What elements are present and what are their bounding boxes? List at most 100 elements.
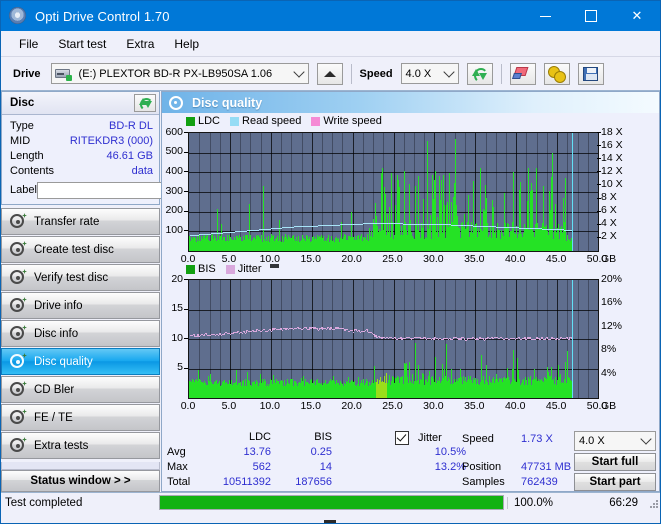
- axis-tick-label-x: 15.0: [300, 253, 321, 265]
- sidebar-item-transfer-rate[interactable]: Transfer rate: [1, 208, 160, 235]
- data-line-point: [490, 338, 491, 340]
- menu-item-file[interactable]: File: [10, 34, 47, 54]
- speed-select-value: 4.0 X: [405, 67, 432, 80]
- sidebar-item-disc-info[interactable]: Disc info: [1, 320, 160, 347]
- menu-item-extra[interactable]: Extra: [117, 34, 163, 54]
- legend-item-read-speed: Read speed: [230, 115, 301, 127]
- save-button[interactable]: [577, 62, 604, 85]
- drive-label: Drive: [13, 67, 41, 80]
- menu-item-start-test[interactable]: Start test: [49, 34, 115, 54]
- sidebar-item-cd-bler[interactable]: CD Bler: [1, 376, 160, 403]
- axis-tick-label-y2: 12 X: [601, 164, 623, 177]
- data-line-point: [405, 338, 406, 340]
- elapsed-time: 66:29: [609, 496, 638, 509]
- application-window: Opti Drive Control 1.70 ✕ File Start tes…: [0, 0, 661, 524]
- data-line-point: [478, 339, 479, 341]
- legend-item-write-speed: Write speed: [311, 115, 382, 127]
- data-line-point: [224, 332, 225, 335]
- legend-label: BIS: [198, 263, 216, 275]
- sidebar-item-create-test-disc[interactable]: Create test disc: [1, 236, 160, 263]
- disc-row-value: 46.61 GB: [106, 149, 153, 162]
- axis-tick-label-x: 35.0: [464, 400, 485, 412]
- legend-label: Read speed: [242, 115, 302, 127]
- data-line-point: [452, 338, 453, 340]
- axis-tick-y: [184, 308, 188, 310]
- bis-chart-legend: BIS Jitter: [186, 263, 279, 275]
- start-part-button[interactable]: Start part: [574, 473, 656, 491]
- data-line-point: [261, 330, 262, 332]
- disc-test-icon: [9, 437, 27, 453]
- data-line-point: [242, 332, 243, 334]
- axis-tick-label-y: 20: [171, 272, 183, 285]
- disc-row-length: Length 46.61 GB: [10, 148, 153, 163]
- refresh-icon: [138, 97, 153, 111]
- drive-icon: [54, 67, 72, 81]
- sidebar-item-label: Drive info: [34, 299, 83, 312]
- status-window-button[interactable]: Status window > >: [1, 470, 160, 492]
- resize-grip-icon[interactable]: [648, 498, 658, 508]
- drive-select-value: (E:) PLEXTOR BD-R PX-LB950SA 1.06: [78, 67, 273, 80]
- axis-tick-y2: [597, 132, 601, 133]
- stats-jitter-avg: 10.5%: [434, 446, 466, 458]
- refresh-icon: [472, 67, 489, 83]
- sidebar-item-label: Transfer rate: [34, 215, 100, 228]
- stats-ldc-max: 562: [252, 461, 271, 473]
- settings-button[interactable]: [543, 62, 570, 85]
- disc-refresh-button[interactable]: [134, 94, 156, 112]
- samples-stat-label: Samples: [462, 476, 505, 488]
- axis-tick-label-x: 0.0: [180, 400, 196, 412]
- drive-toolbar: Drive (E:) PLEXTOR BD-R PX-LB950SA 1.06 …: [1, 57, 660, 523]
- data-line-point: [364, 331, 365, 333]
- maximize-button[interactable]: [568, 1, 614, 31]
- sidebar-item-fe-te[interactable]: FE / TE: [1, 404, 160, 431]
- disc-row-key: Contents: [10, 164, 55, 177]
- data-line-point: [493, 337, 494, 340]
- result-speed-select[interactable]: 4.0 X: [574, 431, 656, 451]
- grid-line-horizontal: [571, 339, 598, 340]
- axis-label-x: GB: [601, 253, 617, 265]
- grid-line-horizontal: [571, 368, 598, 370]
- axis-tick-label-y2: 8 X: [601, 191, 617, 204]
- speed-label: Speed: [359, 67, 393, 80]
- data-line-point: [526, 339, 527, 341]
- stats-row-header-max: Max: [167, 461, 188, 473]
- axis-tick-label-y2: 16%: [601, 296, 623, 309]
- data-line-point: [218, 334, 219, 336]
- drive-select[interactable]: (E:) PLEXTOR BD-R PX-LB950SA 1.06: [50, 63, 309, 84]
- erase-button[interactable]: [509, 62, 536, 85]
- legend-swatch-icon: [186, 116, 195, 126]
- progress-bar: [159, 495, 504, 510]
- grid-line-horizontal: [571, 192, 598, 193]
- jitter-checkbox[interactable]: [395, 431, 409, 446]
- playback-cursor: [571, 133, 573, 251]
- start-full-button[interactable]: Start full: [574, 453, 656, 471]
- sidebar-item-disc-quality[interactable]: Disc quality: [1, 348, 160, 375]
- axis-tick-y: [184, 151, 188, 153]
- axis-tick-y: [184, 230, 188, 232]
- eject-button[interactable]: [316, 62, 343, 523]
- title-bar: Opti Drive Control 1.70 ✕: [1, 1, 660, 31]
- eject-icon: [323, 70, 336, 523]
- minimize-button[interactable]: [522, 1, 568, 31]
- disc-test-icon: [9, 213, 27, 229]
- toolbar-divider-2: [500, 63, 502, 84]
- sidebar: Disc Type BD-R DL MID RITEKDR3 (000) Len…: [1, 91, 240, 492]
- scroll-marker-icon[interactable]: [269, 264, 279, 268]
- axis-tick-label-y2: 8%: [601, 343, 617, 356]
- menu-item-help[interactable]: Help: [165, 34, 208, 54]
- page-title: Disc quality: [192, 95, 263, 110]
- sidebar-item-verify-test-disc[interactable]: Verify test disc: [1, 264, 160, 291]
- stats-bis-max: 14: [319, 461, 332, 473]
- gears-icon: [548, 66, 567, 83]
- jitter-label: Jitter: [418, 432, 442, 444]
- axis-tick-label-x: 45.0: [545, 400, 567, 412]
- speed-select[interactable]: 4.0 X: [400, 63, 459, 84]
- refresh-button[interactable]: [466, 62, 493, 85]
- axis-tick-y2: [597, 223, 601, 225]
- sidebar-item-extra-tests[interactable]: Extra tests: [1, 432, 160, 459]
- close-button[interactable]: ✕: [614, 1, 660, 31]
- data-line-point: [484, 339, 485, 341]
- stats-bis-total: 187656: [295, 476, 332, 488]
- sidebar-item-drive-info[interactable]: Drive info: [1, 292, 160, 319]
- app-disc-icon: [8, 6, 28, 26]
